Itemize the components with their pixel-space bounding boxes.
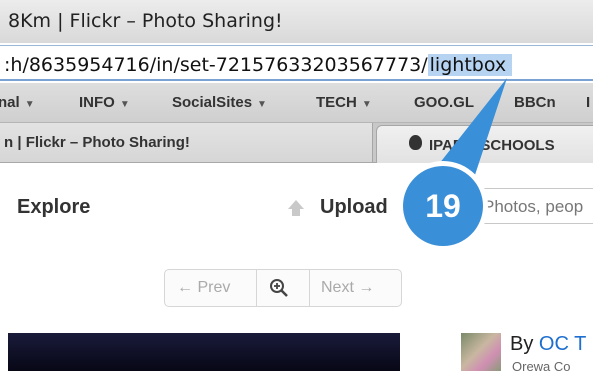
window-title: 8Km | Flickr – Photo Sharing! xyxy=(8,10,283,32)
owner-link[interactable]: OC T xyxy=(539,333,586,355)
nav-explore[interactable]: Explore xyxy=(17,196,90,219)
tab-flickr[interactable]: n | Flickr – Photo Sharing! xyxy=(0,123,373,162)
chevron-down-icon: ▼ xyxy=(361,99,372,110)
callout-number: 19 xyxy=(425,187,461,224)
pager-divider xyxy=(256,270,257,306)
url-prefix: :h/8635954716/in/set-72157633203567773/ xyxy=(4,54,428,76)
bookmark-label: INFO xyxy=(79,94,115,111)
bookmark-label: nal xyxy=(0,94,20,111)
tab-ipad-4-schools[interactable]: IPAD 4 SCHOOLS xyxy=(376,125,593,163)
owner-avatar[interactable] xyxy=(461,333,501,371)
bookmark-folder-socialsites[interactable]: SocialSites ▼ xyxy=(172,94,267,111)
prev-button[interactable]: ← Prev xyxy=(177,279,230,297)
flickr-page: Explore Upload Photos, peop ← Prev Next … xyxy=(0,163,593,374)
bookmark-folder-nal[interactable]: nal ▼ xyxy=(0,94,35,111)
bookmark-folder-info[interactable]: INFO ▼ xyxy=(79,94,130,111)
by-label: By xyxy=(510,333,534,355)
bookmark-overflow[interactable]: I xyxy=(586,94,590,111)
search-placeholder: Photos, peop xyxy=(483,197,584,216)
photo-owner-line: By OC T xyxy=(510,333,586,356)
bookmark-bbcn[interactable]: BBCn xyxy=(514,94,556,111)
window-titlebar: 8Km | Flickr – Photo Sharing! xyxy=(0,0,593,43)
address-bar[interactable]: :h/8635954716/in/set-72157633203567773/l… xyxy=(0,45,593,81)
main-photo[interactable] xyxy=(8,333,400,371)
zoom-in-icon[interactable] xyxy=(269,278,289,298)
search-input[interactable]: Photos, peop xyxy=(470,188,593,224)
bookmark-label: SocialSites xyxy=(172,94,253,111)
photo-pager: ← Prev Next → xyxy=(164,269,402,307)
chevron-down-icon: ▼ xyxy=(24,99,35,110)
nav-upload[interactable]: Upload xyxy=(320,196,388,219)
next-button[interactable]: Next → xyxy=(321,279,374,297)
apple-icon xyxy=(409,135,422,150)
upload-arrow-icon-stem xyxy=(292,208,300,216)
owner-subtitle: Orewa Co xyxy=(512,359,571,374)
bookmark-label: TECH xyxy=(316,94,357,111)
bookmark-googl[interactable]: GOO.GL xyxy=(414,94,474,111)
tab-label: IPAD 4 SCHOOLS xyxy=(429,137,555,154)
pager-divider xyxy=(309,270,310,306)
tab-strip: n | Flickr – Photo Sharing! IPAD 4 SCHOO… xyxy=(0,123,593,163)
bookmarks-bar: nal ▼ INFO ▼ SocialSites ▼ TECH ▼ GOO.GL BBC… xyxy=(0,83,593,123)
tab-label: n | Flickr – Photo Sharing! xyxy=(4,134,190,151)
url-text[interactable]: :h/8635954716/in/set-72157633203567773/l… xyxy=(4,54,513,76)
chevron-down-icon: ▼ xyxy=(119,99,130,110)
bookmark-folder-tech[interactable]: TECH ▼ xyxy=(316,94,372,111)
chevron-down-icon: ▼ xyxy=(257,99,267,110)
url-selected-text: lightbox xyxy=(427,54,513,76)
